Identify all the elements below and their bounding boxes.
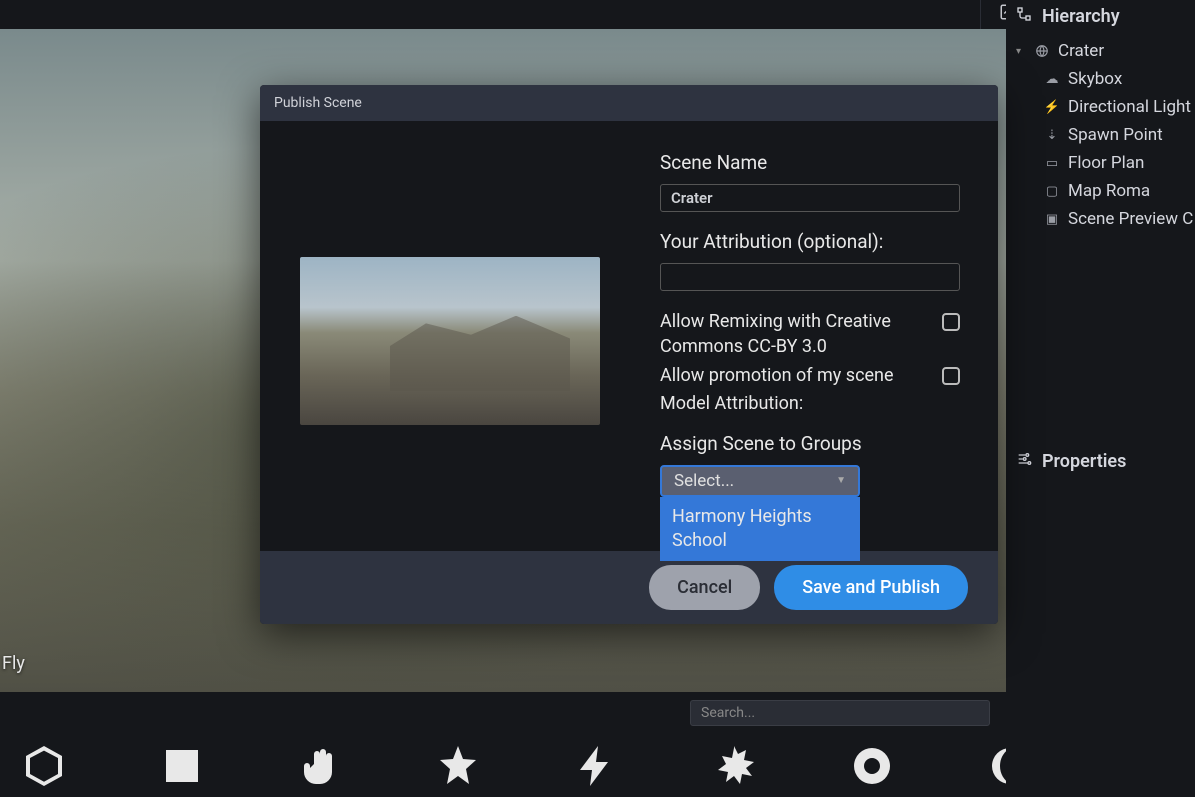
- promotion-label: Allow promotion of my scene: [660, 363, 894, 388]
- chevron-down-icon: ▼: [836, 475, 846, 486]
- groups-select[interactable]: Select... ▼: [660, 465, 860, 497]
- groups-select-placeholder: Select...: [674, 471, 734, 491]
- scene-name-input[interactable]: [660, 184, 960, 212]
- groups-option[interactable]: Harmony Heights School: [660, 497, 860, 562]
- groups-dropdown: Harmony Heights School: [660, 497, 860, 562]
- attribution-input[interactable]: [660, 263, 960, 291]
- model-attribution-label: Model Attribution:: [660, 393, 960, 414]
- preview-column: [300, 151, 600, 531]
- form-column: Scene Name Your Attribution (optional): …: [660, 151, 960, 531]
- remix-label: Allow Remixing with Creative Commons CC-…: [660, 309, 920, 359]
- groups-select-wrap: Select... ▼ Harmony Heights School: [660, 465, 960, 497]
- save-publish-button[interactable]: Save and Publish: [774, 565, 968, 610]
- publish-scene-dialog: Publish Scene Scene Name Your Attributio…: [260, 85, 998, 624]
- groups-label: Assign Scene to Groups: [660, 432, 960, 455]
- promotion-checkbox[interactable]: [942, 367, 960, 385]
- promotion-row: Allow promotion of my scene: [660, 363, 960, 388]
- dialog-title: Publish Scene: [260, 85, 998, 121]
- scene-preview-thumbnail: [300, 257, 600, 425]
- remix-row: Allow Remixing with Creative Commons CC-…: [660, 309, 960, 359]
- modal-overlay: Publish Scene Scene Name Your Attributio…: [0, 0, 1195, 797]
- scene-name-label: Scene Name: [660, 151, 960, 174]
- dialog-body: Scene Name Your Attribution (optional): …: [260, 121, 998, 551]
- remix-checkbox[interactable]: [942, 313, 960, 331]
- dialog-footer: Cancel Save and Publish: [260, 551, 998, 624]
- attribution-label: Your Attribution (optional):: [660, 230, 960, 253]
- cancel-button[interactable]: Cancel: [649, 565, 760, 610]
